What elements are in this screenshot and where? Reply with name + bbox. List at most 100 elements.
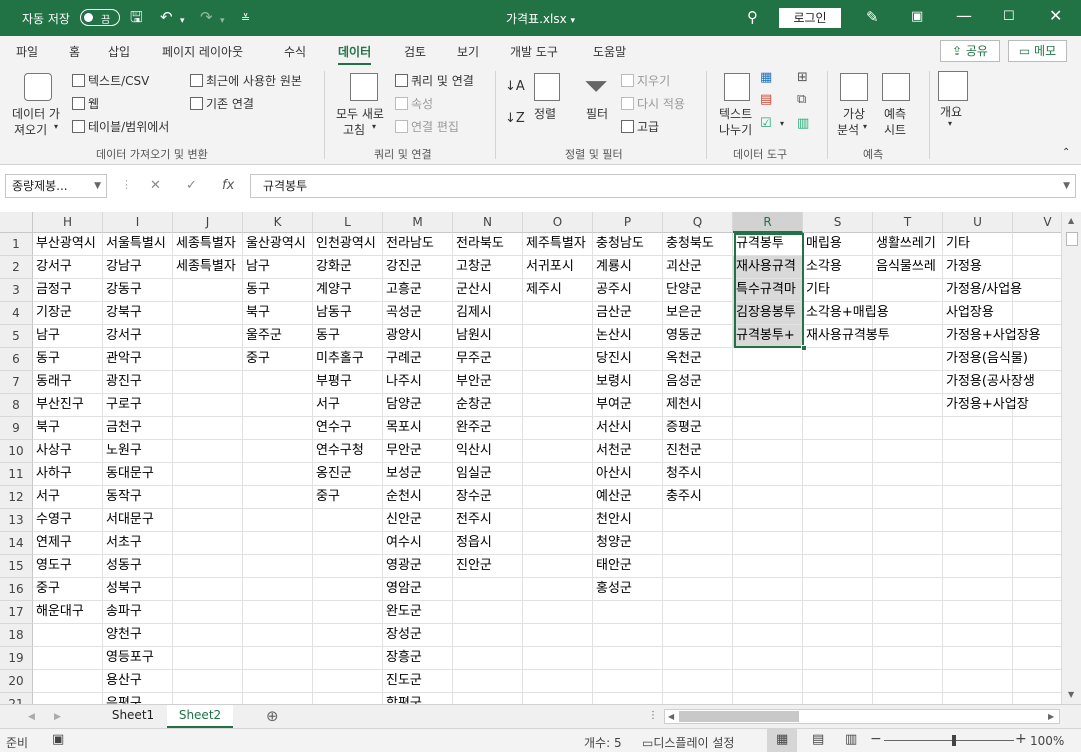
cell-h19[interactable]: [33, 647, 103, 670]
cell-o8[interactable]: [523, 394, 593, 417]
cell-r4[interactable]: 김장용봉투: [733, 302, 803, 325]
row-header-10[interactable]: 10: [0, 440, 33, 463]
spreadsheet-grid[interactable]: H I J K L M N O P Q R S T U V 1 부산광역시 서울특별시 세종특별자 울산광역시 인천광역…: [0, 212, 1061, 704]
cell-r11[interactable]: [733, 463, 803, 486]
cell-t14[interactable]: [873, 532, 943, 555]
vertical-scrollbar[interactable]: ▲ ▼: [1061, 212, 1081, 704]
cell-r2[interactable]: 재사용규격: [733, 256, 803, 279]
cell-u10[interactable]: [943, 440, 1013, 463]
cell-h12[interactable]: 서구: [33, 486, 103, 509]
zoom-level[interactable]: 100%: [1030, 734, 1064, 748]
sort-icon[interactable]: [534, 73, 560, 101]
cell-q16[interactable]: [663, 578, 733, 601]
cell-p9[interactable]: 서산시: [593, 417, 663, 440]
cell-k10[interactable]: [243, 440, 313, 463]
cell-s8[interactable]: [803, 394, 873, 417]
cell-s7[interactable]: [803, 371, 873, 394]
cell-u9[interactable]: [943, 417, 1013, 440]
sort-descending-icon[interactable]: ↓Z: [505, 111, 525, 126]
cell-h2[interactable]: 강서구: [33, 256, 103, 279]
cell-m21[interactable]: 함평군: [383, 693, 453, 704]
cell-m17[interactable]: 완도군: [383, 601, 453, 624]
cell-i15[interactable]: 성동구: [103, 555, 173, 578]
tab-view[interactable]: 보기: [457, 43, 479, 60]
cell-h16[interactable]: 중구: [33, 578, 103, 601]
cell-o14[interactable]: [523, 532, 593, 555]
cell-v17[interactable]: [1013, 601, 1061, 624]
cell-t13[interactable]: [873, 509, 943, 532]
status-count[interactable]: 개수: 5: [584, 734, 622, 751]
cell-l15[interactable]: [313, 555, 383, 578]
cell-i20[interactable]: 용산구: [103, 670, 173, 693]
cell-u17[interactable]: [943, 601, 1013, 624]
cell-l13[interactable]: [313, 509, 383, 532]
cell-t2[interactable]: 음식물쓰레: [873, 256, 943, 279]
cell-q19[interactable]: [663, 647, 733, 670]
normal-view-icon[interactable]: ▦: [776, 732, 788, 747]
get-data-icon[interactable]: [24, 73, 52, 101]
zoom-slider[interactable]: [884, 740, 1014, 741]
cell-p6[interactable]: 당진시: [593, 348, 663, 371]
cell-t9[interactable]: [873, 417, 943, 440]
cell-l18[interactable]: [313, 624, 383, 647]
cell-j15[interactable]: [173, 555, 243, 578]
column-header-o[interactable]: O: [523, 212, 593, 233]
cell-u21[interactable]: [943, 693, 1013, 704]
refresh-dropdown-icon[interactable]: ▾: [372, 122, 376, 131]
scroll-left-icon[interactable]: ◀: [668, 712, 674, 721]
cell-u5[interactable]: 가정용+사업장용: [943, 325, 1041, 348]
cell-r6[interactable]: [733, 348, 803, 371]
cell-t11[interactable]: [873, 463, 943, 486]
get-data-dropdown-icon[interactable]: ▾: [54, 122, 58, 131]
cell-t17[interactable]: [873, 601, 943, 624]
cell-r13[interactable]: [733, 509, 803, 532]
edit-links-button[interactable]: 연결 편집: [395, 118, 459, 135]
cell-q7[interactable]: 음성군: [663, 371, 733, 394]
text-to-columns-line1[interactable]: 텍스트: [719, 105, 752, 122]
sheet-tab-sheet1[interactable]: Sheet1: [103, 705, 163, 728]
cell-h4[interactable]: 기장군: [33, 302, 103, 325]
cell-o10[interactable]: [523, 440, 593, 463]
cell-t1[interactable]: 생활쓰레기: [873, 233, 943, 256]
cell-s1[interactable]: 매립용: [803, 233, 873, 256]
cell-j10[interactable]: [173, 440, 243, 463]
cell-h17[interactable]: 해운대구: [33, 601, 103, 624]
cell-k14[interactable]: [243, 532, 313, 555]
cell-p3[interactable]: 공주시: [593, 279, 663, 302]
cell-u7[interactable]: 가정용(공사장생: [943, 371, 1035, 394]
cell-j1[interactable]: 세종특별자: [173, 233, 243, 256]
cell-u18[interactable]: [943, 624, 1013, 647]
cancel-icon[interactable]: ✕: [150, 178, 161, 193]
cell-u6[interactable]: 가정용(음식물): [943, 348, 1028, 371]
minimize-icon[interactable]: —: [956, 6, 972, 25]
cell-v20[interactable]: [1013, 670, 1061, 693]
cell-n5[interactable]: 남원시: [453, 325, 523, 348]
tab-formulas[interactable]: 수식: [284, 43, 306, 60]
advanced-filter-button[interactable]: 고급: [621, 118, 659, 135]
horizontal-scroll-thumb[interactable]: [679, 711, 799, 722]
remove-duplicates-icon[interactable]: ▤: [760, 92, 772, 107]
cell-t19[interactable]: [873, 647, 943, 670]
zoom-out-icon[interactable]: −: [870, 731, 882, 747]
cell-t10[interactable]: [873, 440, 943, 463]
cell-n3[interactable]: 군산시: [453, 279, 523, 302]
cell-q15[interactable]: [663, 555, 733, 578]
cell-i4[interactable]: 강북구: [103, 302, 173, 325]
cell-j9[interactable]: [173, 417, 243, 440]
display-settings-button[interactable]: ▭디스플레이 설정: [642, 734, 734, 751]
cell-u4[interactable]: 사업장용: [943, 302, 1013, 325]
cell-k1[interactable]: 울산광역시: [243, 233, 313, 256]
cell-o15[interactable]: [523, 555, 593, 578]
column-header-s[interactable]: S: [803, 212, 873, 233]
forecast-sheet-line1[interactable]: 예측: [884, 105, 906, 122]
column-header-l[interactable]: L: [313, 212, 383, 233]
cell-j6[interactable]: [173, 348, 243, 371]
cell-o11[interactable]: [523, 463, 593, 486]
cell-h1[interactable]: 부산광역시: [33, 233, 103, 256]
cell-o20[interactable]: [523, 670, 593, 693]
cell-s18[interactable]: [803, 624, 873, 647]
cell-s9[interactable]: [803, 417, 873, 440]
cell-t6[interactable]: [873, 348, 943, 371]
cell-q14[interactable]: [663, 532, 733, 555]
cell-k3[interactable]: 동구: [243, 279, 313, 302]
